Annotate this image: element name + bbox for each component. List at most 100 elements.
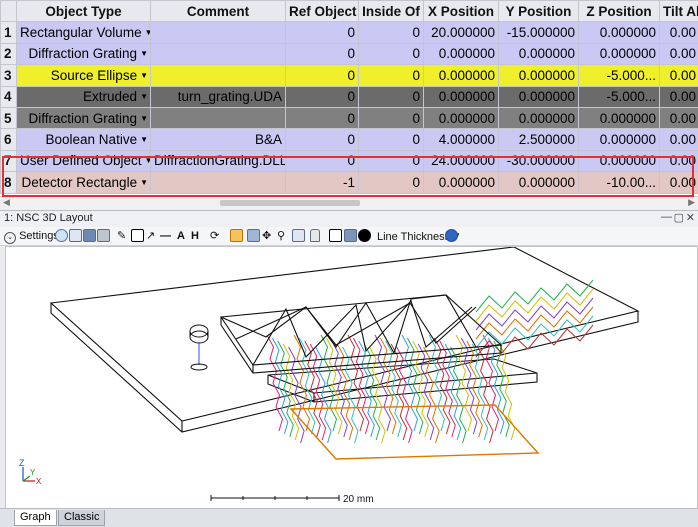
comment-cell[interactable]: turn_grating.UDA bbox=[151, 86, 286, 107]
inside-cell[interactable]: 0 bbox=[359, 172, 424, 193]
scroll-right-icon[interactable]: ▶ bbox=[688, 197, 695, 208]
y-cell[interactable]: 0.000000 bbox=[499, 86, 579, 107]
z-cell[interactable]: 0.000000 bbox=[579, 43, 660, 64]
object-type-cell[interactable]: Detector Rectangle▼ bbox=[17, 172, 151, 193]
object-type-cell[interactable]: Diffraction Grating▼ bbox=[17, 107, 151, 128]
y-cell[interactable]: -30.000000 bbox=[499, 150, 579, 171]
lock-icon[interactable] bbox=[310, 229, 320, 243]
z-cell[interactable]: 0.000000 bbox=[579, 22, 660, 43]
y-cell[interactable]: 0.000000 bbox=[499, 172, 579, 193]
chevron-down-icon[interactable]: ▼ bbox=[140, 114, 148, 123]
tilt-cell[interactable]: 0.00 bbox=[660, 86, 698, 107]
y-cell[interactable]: 2.500000 bbox=[499, 129, 579, 150]
fit-icon[interactable] bbox=[247, 229, 260, 243]
minimize-icon[interactable]: — bbox=[661, 211, 672, 223]
x-cell[interactable]: 20.000000 bbox=[424, 22, 499, 43]
object-type-cell[interactable]: Diffraction Grating▼ bbox=[17, 43, 151, 64]
grid-icon[interactable] bbox=[344, 229, 357, 243]
z-cell[interactable]: -10.00... bbox=[579, 172, 660, 193]
axes-icon[interactable] bbox=[230, 229, 243, 243]
dimension-icon[interactable]: H bbox=[191, 229, 199, 243]
chevron-down-icon[interactable]: ▼ bbox=[140, 71, 148, 80]
tilt-cell[interactable]: 0.00 bbox=[660, 65, 698, 86]
ref-cell[interactable]: -1 bbox=[286, 172, 359, 193]
table-row[interactable]: 7User Defined Object▼DiffractionGrating.… bbox=[1, 150, 698, 171]
pan-icon[interactable]: ✥ bbox=[262, 229, 271, 243]
comment-cell[interactable] bbox=[151, 107, 286, 128]
ref-cell[interactable]: 0 bbox=[286, 43, 359, 64]
column-header[interactable]: X Position bbox=[424, 1, 499, 22]
rotate-icon[interactable]: ⟳ bbox=[210, 229, 219, 243]
x-cell[interactable]: 0.000000 bbox=[424, 172, 499, 193]
x-cell[interactable]: 0.000000 bbox=[424, 86, 499, 107]
row-number[interactable]: 1 bbox=[1, 22, 17, 43]
tilt-cell[interactable]: 0.00 bbox=[660, 43, 698, 64]
table-row[interactable]: 4Extruded▼turn_grating.UDA000.0000000.00… bbox=[1, 86, 698, 107]
x-cell[interactable]: 4.000000 bbox=[424, 129, 499, 150]
z-cell[interactable]: -5.000... bbox=[579, 86, 660, 107]
inside-cell[interactable]: 0 bbox=[359, 22, 424, 43]
chevron-down-icon[interactable]: ▼ bbox=[140, 49, 148, 58]
close-icon[interactable]: ✕ bbox=[686, 211, 695, 224]
y-cell[interactable]: 0.000000 bbox=[499, 65, 579, 86]
settings-button[interactable]: ⌄ Settings bbox=[4, 229, 59, 243]
line-icon[interactable]: — bbox=[160, 229, 171, 243]
text-icon[interactable]: A bbox=[177, 229, 185, 243]
ref-cell[interactable]: 0 bbox=[286, 22, 359, 43]
z-cell[interactable]: -5.000... bbox=[579, 65, 660, 86]
chevron-down-icon[interactable]: ▼ bbox=[145, 156, 151, 165]
inside-cell[interactable]: 0 bbox=[359, 43, 424, 64]
refresh-icon[interactable] bbox=[55, 229, 68, 243]
y-cell[interactable]: 0.000000 bbox=[499, 107, 579, 128]
tab-classic[interactable]: Classic bbox=[58, 510, 105, 526]
table-row[interactable]: 2Diffraction Grating▼000.0000000.0000000… bbox=[1, 43, 698, 64]
row-number[interactable]: 3 bbox=[1, 65, 17, 86]
column-header[interactable]: Inside Of bbox=[359, 1, 424, 22]
table-row[interactable]: 3Source Ellipse▼000.0000000.000000-5.000… bbox=[1, 65, 698, 86]
column-header[interactable]: Y Position bbox=[499, 1, 579, 22]
object-type-cell[interactable]: User Defined Object▼ bbox=[17, 150, 151, 171]
save-icon[interactable] bbox=[83, 229, 96, 243]
x-cell[interactable]: 24.000000 bbox=[424, 150, 499, 171]
comment-cell[interactable] bbox=[151, 22, 286, 43]
column-header[interactable]: Z Position bbox=[579, 1, 660, 22]
horizontal-scrollbar[interactable]: ◀ ▶ bbox=[0, 196, 698, 210]
print-icon[interactable] bbox=[97, 229, 110, 243]
pencil-icon[interactable]: ✎ bbox=[117, 229, 126, 243]
column-header[interactable]: Object Type bbox=[17, 1, 151, 22]
tilt-cell[interactable]: 0.00 bbox=[660, 129, 698, 150]
z-cell[interactable]: 0.000000 bbox=[579, 107, 660, 128]
clock-icon[interactable] bbox=[358, 229, 371, 243]
copy-icon[interactable] bbox=[69, 229, 82, 243]
comment-cell[interactable]: DiffractionGrating.DLL bbox=[151, 150, 286, 171]
comment-cell[interactable]: B&A bbox=[151, 129, 286, 150]
x-cell[interactable]: 0.000000 bbox=[424, 65, 499, 86]
chevron-down-icon[interactable]: ▼ bbox=[140, 178, 148, 187]
object-type-cell[interactable]: Source Ellipse▼ bbox=[17, 65, 151, 86]
comment-cell[interactable] bbox=[151, 65, 286, 86]
restore-icon[interactable]: ▢ bbox=[674, 211, 684, 224]
table-row[interactable]: 8Detector Rectangle▼-100.0000000.000000-… bbox=[1, 172, 698, 193]
row-number[interactable]: 2 bbox=[1, 43, 17, 64]
chevron-down-icon[interactable]: ▼ bbox=[145, 28, 151, 37]
z-cell[interactable]: 0.000000 bbox=[579, 129, 660, 150]
inside-cell[interactable]: 0 bbox=[359, 150, 424, 171]
tilt-cell[interactable]: 0.00 bbox=[660, 107, 698, 128]
ref-cell[interactable]: 0 bbox=[286, 107, 359, 128]
scroll-left-icon[interactable]: ◀ bbox=[3, 197, 10, 208]
inside-cell[interactable]: 0 bbox=[359, 107, 424, 128]
y-cell[interactable]: -15.000000 bbox=[499, 22, 579, 43]
x-cell[interactable]: 0.000000 bbox=[424, 43, 499, 64]
tilt-cell[interactable]: 0.00 bbox=[660, 22, 698, 43]
x-cell[interactable]: 0.000000 bbox=[424, 107, 499, 128]
object-type-cell[interactable]: Rectangular Volume▼ bbox=[17, 22, 151, 43]
arrow-icon[interactable]: ↗ bbox=[146, 229, 155, 243]
inside-cell[interactable]: 0 bbox=[359, 86, 424, 107]
tilt-cell[interactable]: 0.00 bbox=[660, 172, 698, 193]
column-header[interactable]: Comment bbox=[151, 1, 286, 22]
comment-cell[interactable] bbox=[151, 172, 286, 193]
ref-cell[interactable]: 0 bbox=[286, 86, 359, 107]
scroll-thumb[interactable] bbox=[220, 200, 360, 206]
rectangle-icon[interactable] bbox=[131, 229, 144, 243]
tilt-cell[interactable]: 0.00 bbox=[660, 150, 698, 171]
